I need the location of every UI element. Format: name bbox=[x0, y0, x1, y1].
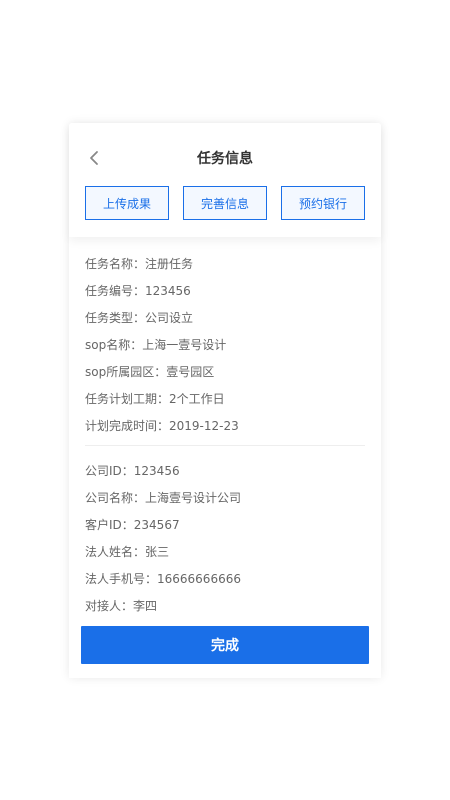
sop-name-line: sop名称：上海一壹号设计 bbox=[85, 338, 227, 352]
task-number-line: 任务编号：123456 bbox=[85, 284, 191, 298]
legal-person-name-line: 法人姓名：张三 bbox=[85, 545, 170, 559]
contact-person-line: 对接人：李四 bbox=[85, 599, 158, 613]
section-divider bbox=[85, 445, 365, 446]
action-button-row: 上传成果 完善信息 预约银行 bbox=[85, 186, 365, 220]
book-bank-button[interactable]: 预约银行 bbox=[281, 186, 365, 220]
planned-finish-line: 计划完成时间：2019-12-23 bbox=[85, 419, 239, 433]
sop-park-line: sop所属园区：壹号园区 bbox=[85, 365, 215, 379]
finish-button[interactable]: 完成 bbox=[81, 626, 369, 664]
customer-id-line: 客户ID：234567 bbox=[85, 518, 180, 532]
card-header: 任务信息 上传成果 完善信息 预约银行 bbox=[69, 123, 381, 237]
info-body: 任务名称：注册任务 任务编号：123456 任务类型：公司设立 sop名称：上海… bbox=[69, 237, 381, 678]
task-name-line: 任务名称：注册任务 bbox=[85, 257, 194, 271]
upload-results-button[interactable]: 上传成果 bbox=[85, 186, 169, 220]
company-id-line: 公司ID：123456 bbox=[85, 464, 180, 478]
page-title: 任务信息 bbox=[197, 151, 253, 167]
task-duration-line: 任务计划工期：2个工作日 bbox=[85, 392, 225, 406]
task-type-line: 任务类型：公司设立 bbox=[85, 311, 194, 325]
task-info-card: 任务信息 上传成果 完善信息 预约银行 任务名称：注册任务 任务编号：12345… bbox=[69, 123, 381, 678]
company-name-line: 公司名称：上海壹号设计公司 bbox=[85, 491, 242, 505]
complete-info-button[interactable]: 完善信息 bbox=[183, 186, 267, 220]
legal-person-phone-line: 法人手机号：16666666666 bbox=[85, 572, 241, 586]
